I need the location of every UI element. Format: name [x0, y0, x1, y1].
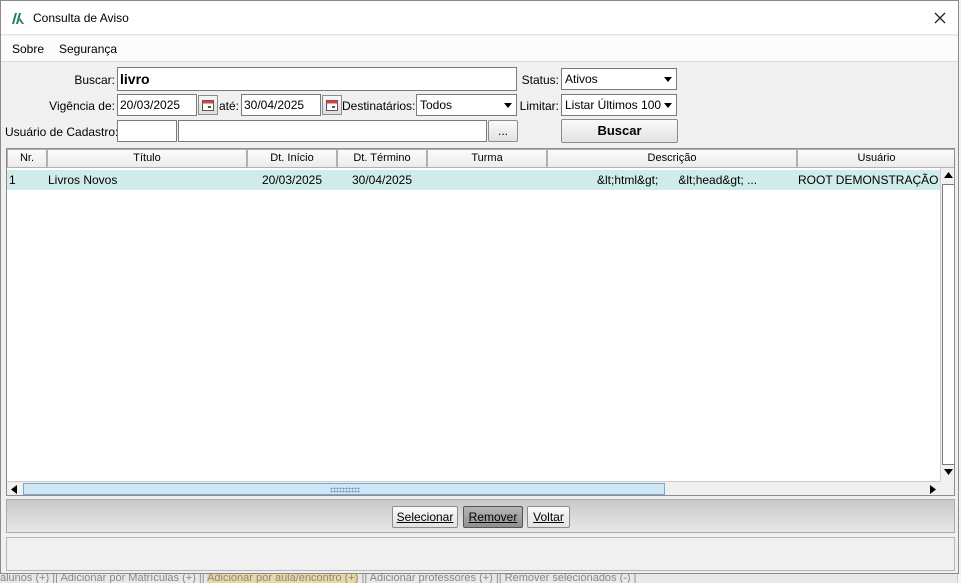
status-bar — [6, 537, 955, 571]
remover-button-label: Remover — [468, 510, 518, 524]
voltar-button-label: Voltar — [533, 510, 564, 524]
close-icon — [934, 12, 946, 24]
menu-seguranca[interactable]: Segurança — [59, 42, 117, 56]
cell-usuario: ROOT DEMONSTRAÇÃO JA — [798, 173, 941, 187]
vigencia-start-date-field[interactable]: 20/03/2025 — [117, 94, 197, 116]
action-bar: Selecionar Remover Voltar — [6, 499, 955, 533]
buscar-button[interactable]: Buscar — [561, 119, 678, 143]
scroll-down-icon[interactable] — [944, 469, 953, 475]
scroll-left-icon[interactable] — [11, 485, 17, 494]
column-header-nr[interactable]: Nr. — [7, 149, 47, 168]
usuario-code-field[interactable] — [117, 120, 177, 142]
vigencia-label: Vigência de: — [49, 99, 115, 113]
status-select-value: Ativos — [565, 72, 598, 86]
destinatarios-select[interactable]: Todos — [416, 94, 517, 116]
table-header: Nr. Título Dt. Início Dt. Término Turma … — [7, 149, 954, 168]
results-table: Nr. Título Dt. Início Dt. Término Turma … — [6, 148, 955, 496]
horizontal-scrollbar[interactable] — [7, 481, 941, 495]
destinatarios-select-value: Todos — [420, 98, 453, 112]
scroll-up-icon[interactable] — [944, 172, 953, 178]
column-header-descricao[interactable]: Descrição — [547, 149, 797, 168]
cell-turma — [427, 170, 547, 190]
close-button[interactable] — [928, 5, 952, 31]
calendar-icon — [202, 100, 214, 111]
voltar-button[interactable]: Voltar — [527, 506, 570, 528]
cell-descricao: &lt;html&gt; &lt;head&gt; ... — [597, 173, 758, 187]
column-header-dt-termino[interactable]: Dt. Término — [337, 149, 427, 168]
window-title: Consulta de Aviso — [33, 11, 129, 25]
cell-dt-inicio: 20/03/2025 — [261, 173, 323, 187]
background-app-strip: alunos (+) || Adicionar por Matrículas (… — [0, 574, 961, 583]
calendar-icon — [326, 100, 338, 111]
status-select[interactable]: Ativos — [561, 68, 677, 90]
chevron-down-icon — [664, 103, 672, 108]
buscar-label: Buscar: — [74, 73, 115, 87]
vertical-scroll-thumb[interactable] — [942, 184, 954, 465]
scrollbar-corner — [940, 481, 954, 495]
column-header-usuario[interactable]: Usuário — [797, 149, 954, 168]
vertical-scrollbar[interactable] — [940, 168, 954, 481]
vigencia-end-date-field[interactable]: 30/04/2025 — [241, 94, 321, 116]
destinatarios-label: Destinatários: — [342, 99, 416, 113]
cell-nr: 1 — [9, 173, 16, 187]
ate-label: até: — [219, 99, 240, 113]
vigencia-end-calendar-button[interactable] — [322, 95, 342, 115]
menu-sobre[interactable]: Sobre — [12, 42, 44, 56]
grip-icon — [330, 487, 360, 493]
scroll-right-icon[interactable] — [930, 485, 936, 494]
chevron-down-icon — [664, 77, 672, 82]
cell-dt-termino: 30/04/2025 — [351, 173, 413, 187]
remover-button[interactable]: Remover — [463, 506, 523, 528]
search-input[interactable]: livro — [117, 67, 517, 91]
vigencia-start-calendar-button[interactable] — [198, 95, 218, 115]
table-row[interactable]: 1 Livros Novos 20/03/2025 30/04/2025 &lt… — [7, 170, 941, 190]
background-text-highlight: Adicionar por aula/encontro (+) — [207, 574, 359, 583]
status-label: Status: — [521, 73, 559, 87]
cell-titulo: Livros Novos — [48, 173, 118, 187]
dialog-window: Consulta de Aviso Sobre Segurança Buscar… — [0, 0, 959, 574]
selecionar-button-label: Selecionar — [396, 510, 454, 524]
limitar-select-value: Listar Últimos 100 — [565, 98, 662, 112]
column-header-titulo[interactable]: Título — [47, 149, 247, 168]
usuario-lookup-button[interactable]: ... — [488, 120, 518, 142]
selecionar-button[interactable]: Selecionar — [392, 506, 458, 528]
usuario-cadastro-label: Usuário de Cadastro: — [5, 125, 119, 139]
usuario-name-field[interactable] — [178, 120, 487, 142]
title-bar: Consulta de Aviso — [1, 1, 958, 35]
background-text: alunos (+) || Adicionar por Matrículas (… — [0, 574, 208, 583]
column-header-turma[interactable]: Turma — [427, 149, 547, 168]
limitar-select[interactable]: Listar Últimos 100 — [561, 94, 677, 116]
horizontal-scroll-thumb[interactable] — [23, 483, 665, 495]
menu-bar: Sobre Segurança — [1, 36, 958, 62]
background-text: || Adicionar professores (+) || Remover … — [358, 574, 637, 583]
app-logo-icon — [11, 11, 25, 25]
chevron-down-icon — [504, 103, 512, 108]
limitar-label: Limitar: — [519, 99, 559, 113]
column-header-dt-inicio[interactable]: Dt. Início — [247, 149, 337, 168]
